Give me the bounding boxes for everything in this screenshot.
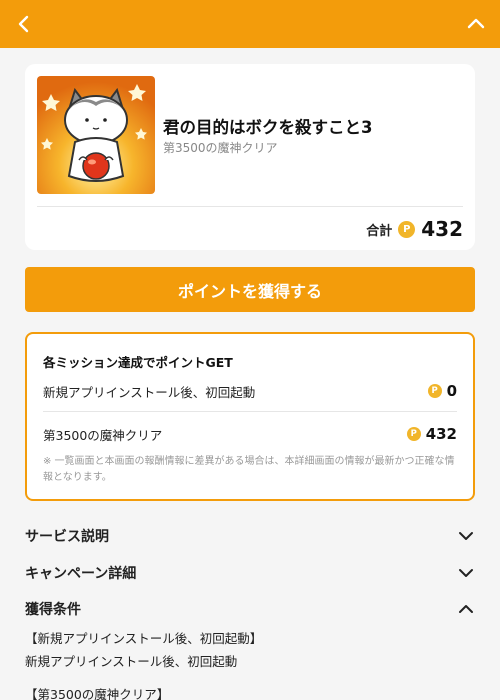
mission-points: P 0	[427, 382, 457, 400]
total-points: 合計 P 432	[366, 216, 463, 242]
reward-note: ※ 一覧画面と本画面の報酬情報に差異がある場合は、本詳細画面の情報が最新かつ正確…	[43, 456, 455, 483]
mission-box: 各ミッション達成でポイントGET 新規アプリインストール後、初回起動 P 0 第…	[25, 332, 475, 501]
chevron-up-icon	[459, 605, 473, 613]
section-campaign-details[interactable]: キャンペーン詳細	[25, 559, 475, 587]
chevron-down-icon	[459, 532, 473, 540]
mission-points: P 432	[406, 425, 457, 443]
app-icon	[37, 76, 155, 194]
collapse-button[interactable]	[458, 6, 494, 42]
mission-title: 各ミッション達成でポイントGET	[43, 355, 233, 370]
mission-item: 第3500の魔神クリア P 432	[43, 422, 457, 446]
mission-label: 新規アプリインストール後、初回起動	[43, 384, 256, 400]
condition-heading: 【新規アプリインストール後、初回起動】	[25, 631, 263, 646]
chevron-up-icon	[467, 18, 485, 29]
point-coin-icon: P	[398, 220, 416, 238]
section-acquisition-conditions[interactable]: 獲得条件	[25, 595, 475, 623]
mission-points-value: 0	[446, 382, 457, 400]
section-title: キャンペーン詳細	[25, 566, 137, 582]
section-title: サービス説明	[25, 529, 109, 545]
condition-text: 新規アプリインストール後、初回起動	[25, 654, 238, 669]
app-card: 君の目的はボクを殺すこと3 第3500の魔神クリア 合計 P 432	[25, 64, 475, 250]
point-coin-icon: P	[406, 427, 421, 441]
mission-points-value: 432	[425, 425, 457, 443]
total-label: 合計	[366, 223, 393, 239]
condition-heading: 【第3500の魔神クリア】	[25, 687, 170, 700]
mission-label: 第3500の魔神クリア	[43, 427, 163, 443]
total-value: 432	[421, 217, 463, 241]
back-button[interactable]	[6, 6, 42, 42]
get-points-button[interactable]: ポイントを獲得する	[25, 267, 475, 312]
chevron-left-icon	[18, 15, 29, 33]
section-title: 獲得条件	[25, 602, 81, 618]
mission-divider	[43, 411, 457, 412]
card-divider	[37, 206, 463, 207]
chevron-down-icon	[459, 569, 473, 577]
top-bar	[0, 0, 500, 48]
point-coin-icon: P	[427, 384, 442, 398]
app-title: 君の目的はボクを殺すこと3	[163, 118, 373, 137]
mission-item: 新規アプリインストール後、初回起動 P 0	[43, 379, 457, 403]
section-service-description[interactable]: サービス説明	[25, 522, 475, 550]
app-subtitle: 第3500の魔神クリア	[163, 141, 278, 155]
